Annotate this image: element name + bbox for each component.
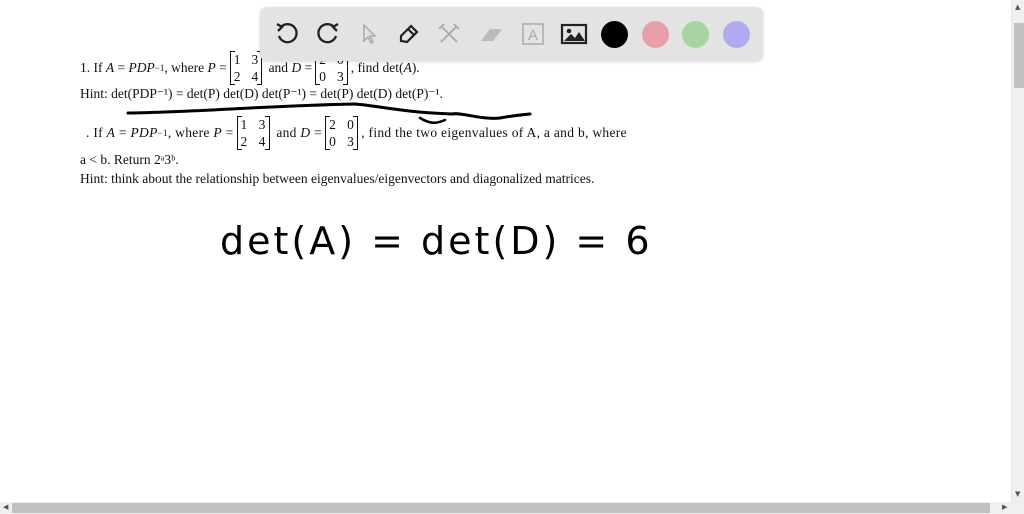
text-icon[interactable]: A — [519, 20, 547, 48]
image-icon[interactable] — [560, 20, 588, 48]
redo-icon[interactable] — [314, 20, 342, 48]
ink-strokes: det(A) = det(D) = 6 — [126, 102, 653, 263]
handwritten-answer: det(A) = det(D) = 6 — [220, 219, 653, 263]
scroll-right-icon[interactable]: ▶ — [1002, 503, 1007, 511]
color-pink[interactable] — [641, 20, 669, 48]
color-purple[interactable] — [722, 20, 750, 48]
vertical-scrollbar[interactable]: ▲ ▼ — [1011, 0, 1024, 502]
horizontal-scrollbar[interactable]: ◀ ▶ — [0, 502, 1024, 514]
pen-icon[interactable] — [395, 20, 423, 48]
pointer-icon[interactable] — [355, 20, 383, 48]
text-tool-glyph: A — [528, 27, 538, 44]
eraser-icon[interactable] — [477, 20, 505, 48]
scroll-down-icon[interactable]: ▼ — [1015, 490, 1020, 498]
scroll-up-icon[interactable]: ▲ — [1015, 3, 1020, 11]
undo-icon[interactable] — [273, 20, 301, 48]
color-black[interactable] — [600, 20, 628, 48]
tools-icon[interactable] — [435, 20, 463, 48]
scroll-left-icon[interactable]: ◀ — [3, 503, 8, 511]
underline-stroke — [418, 116, 447, 124]
drawing-toolbar: A — [260, 7, 763, 61]
color-green[interactable] — [681, 20, 709, 48]
vertical-scroll-thumb[interactable] — [1014, 23, 1024, 88]
underline-stroke — [126, 102, 532, 120]
horizontal-scroll-thumb[interactable] — [12, 503, 990, 513]
